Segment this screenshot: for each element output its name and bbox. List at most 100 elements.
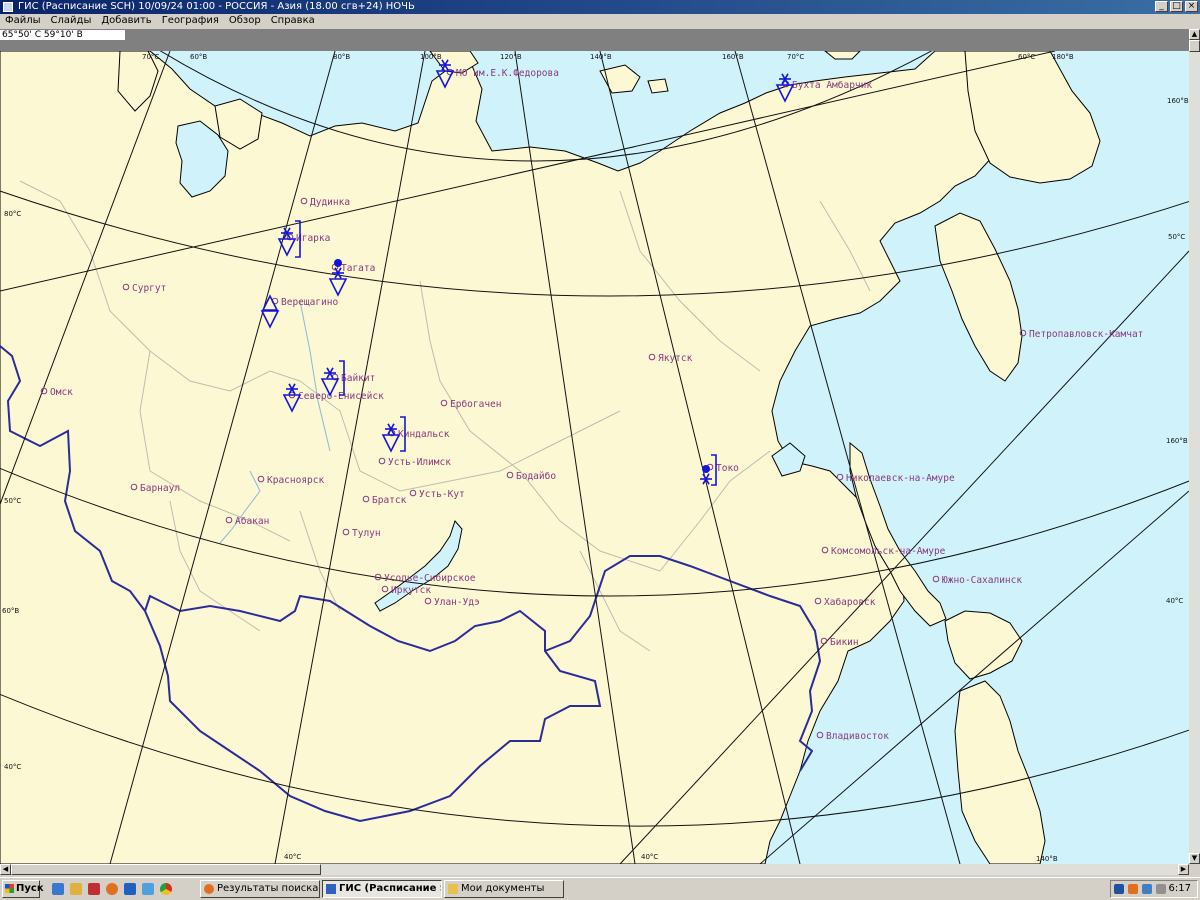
language-icon[interactable]	[1114, 884, 1124, 894]
grid-label: 180°В	[1052, 53, 1074, 61]
city-label: Абакан	[235, 516, 269, 527]
city-label: Омск	[50, 387, 73, 398]
city-label: Тагата	[341, 263, 375, 274]
app-icon	[3, 2, 13, 12]
menu-add[interactable]: Добавить	[96, 14, 156, 29]
city-marker[interactable]: Красноярск	[257, 475, 324, 486]
task-label: ГИС (Расписание SCH...	[339, 883, 441, 894]
grid-label: 50°С	[1168, 233, 1185, 241]
city-marker[interactable]: Усть-Илимск	[378, 457, 451, 468]
volume-icon[interactable]	[1156, 884, 1166, 894]
task-label: Результаты поиска - е...	[217, 883, 319, 894]
grid-label: 50°С	[4, 497, 21, 505]
menu-view[interactable]: Обзор	[224, 14, 266, 29]
city-marker[interactable]: Николаевск-на-Амуре	[836, 473, 955, 484]
scroll-down-button[interactable]: ▼	[1189, 853, 1200, 864]
menu-geography[interactable]: География	[157, 14, 224, 29]
scroll-up-button[interactable]: ▲	[1189, 29, 1200, 40]
media-icon[interactable]	[88, 883, 100, 895]
minimize-button[interactable]: _	[1155, 1, 1168, 12]
city-marker[interactable]: Улан-Удэ	[424, 597, 480, 608]
hokkaido-island	[944, 610, 1023, 680]
grid-label: 120°В	[500, 53, 522, 61]
start-label: Пуск	[16, 883, 44, 894]
city-marker[interactable]: Петропавловск-Камчат	[1019, 329, 1143, 340]
start-button[interactable]: Пуск	[2, 880, 44, 898]
grid-label: 160°В	[1167, 97, 1189, 105]
honshu-island	[954, 680, 1046, 864]
firefox-icon[interactable]	[106, 883, 118, 895]
city-marker[interactable]: Ербогачен	[440, 399, 501, 410]
city-label: Сургут	[132, 283, 166, 294]
city-marker[interactable]: Усолье-Сибирское	[374, 573, 476, 584]
taskbar-button-search[interactable]: Результаты поиска - е...	[200, 880, 320, 898]
city-label: Игарка	[296, 233, 330, 244]
land-layer	[0, 51, 1101, 864]
scroll-right-button[interactable]: ▶	[1178, 864, 1189, 875]
grid-label: 40°С	[1166, 597, 1183, 605]
city-label: МО им.Е.К.Федорова	[456, 68, 559, 79]
map-canvas[interactable]: 70°С 60°В 80°В 100°В 120°В 140°В 160°В 70°С 60°С…	[0, 51, 1189, 864]
grid-label: 40°С	[641, 853, 658, 861]
city-marker[interactable]: Владивосток	[816, 731, 889, 742]
city-label: Тулун	[352, 528, 381, 539]
grid-label: 80°В	[333, 53, 350, 61]
taskbar-button-gis[interactable]: ГИС (Расписание SCH...	[322, 880, 442, 898]
city-marker[interactable]: Комсомольск-на-Амуре	[821, 546, 946, 557]
browser-icon	[204, 884, 214, 894]
city-label: Бикин	[830, 637, 859, 648]
show-desktop-icon[interactable]	[52, 883, 64, 895]
city-label: Владивосток	[826, 731, 889, 742]
gis-app-icon	[326, 884, 336, 894]
city-label: Бодайбо	[516, 471, 556, 482]
network-icon[interactable]	[142, 883, 154, 895]
explorer-icon[interactable]	[70, 883, 82, 895]
city-label: Дудинка	[310, 197, 350, 208]
network-tray-icon[interactable]	[1142, 884, 1152, 894]
system-tray: 6:17	[1110, 880, 1198, 898]
city-marker[interactable]: Северо-Енисейск	[288, 391, 384, 402]
city-label: Бухта Амбарчик	[792, 80, 872, 91]
city-label: Усолье-Сибирское	[384, 573, 476, 584]
city-marker[interactable]: Верещагино	[271, 297, 338, 308]
city-marker[interactable]: Хабаровск	[814, 597, 876, 608]
city-label: Южно-Сахалинск	[942, 575, 1022, 586]
tray-app-icon[interactable]	[1128, 884, 1138, 894]
city-label: Комсомольск-на-Амуре	[831, 546, 946, 557]
scroll-left-button[interactable]: ◀	[0, 864, 11, 875]
vertical-scrollbar[interactable]: ▲ ▼	[1189, 29, 1200, 864]
city-label: Барнаул	[140, 483, 180, 494]
city-label: Верещагино	[281, 297, 338, 308]
title-bar: ГИС (Расписание SCH) 10/09/24 01:00 - РО…	[0, 0, 1200, 14]
city-label: Северо-Енисейск	[298, 391, 384, 402]
maximize-button[interactable]: □	[1170, 1, 1183, 12]
city-label: Петропавловск-Камчат	[1029, 329, 1143, 340]
menu-files[interactable]: Файлы	[0, 14, 46, 29]
city-label: Ербогачен	[450, 399, 501, 410]
horizontal-scrollbar[interactable]: ◀ ▶	[0, 864, 1189, 875]
task-label: Мои документы	[461, 883, 545, 894]
ie-icon[interactable]	[124, 883, 136, 895]
novosibirsk-islands	[599, 64, 669, 94]
city-label: Якутск	[658, 353, 693, 364]
city-label: Усть-Илимск	[388, 457, 451, 468]
grid-label: 60°В	[2, 607, 19, 615]
city-marker[interactable]: МО им.Е.К.Федорова	[446, 68, 559, 79]
map-view[interactable]: 70°С 60°В 80°В 100°В 120°В 140°В 160°В 70°С 60°С…	[0, 51, 1189, 864]
menu-slides[interactable]: Слайды	[46, 14, 97, 29]
taskbar-button-documents[interactable]: Мои документы	[444, 880, 564, 898]
city-marker[interactable]: Бухта Амбарчик	[782, 80, 872, 91]
close-button[interactable]: ×	[1185, 1, 1198, 12]
city-label: Иркутск	[391, 585, 431, 596]
city-label: Токо	[716, 463, 739, 474]
grid-label: 160°В	[1166, 437, 1188, 445]
vertical-scroll-thumb[interactable]	[1189, 40, 1200, 52]
chrome-icon[interactable]	[160, 883, 172, 895]
menu-help[interactable]: Справка	[266, 14, 320, 29]
city-marker[interactable]: Усть-Кут	[409, 489, 465, 500]
horizontal-scroll-thumb[interactable]	[11, 864, 321, 875]
grid-label: 80°С	[4, 210, 21, 218]
folder-icon	[448, 884, 458, 894]
city-marker[interactable]: Южно-Сахалинск	[932, 575, 1022, 586]
grid-label: 40°С	[284, 853, 301, 861]
